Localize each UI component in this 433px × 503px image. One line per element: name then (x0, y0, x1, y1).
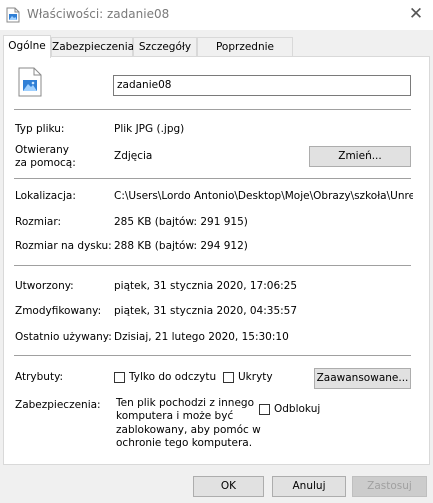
apply-button[interactable]: Zastosuj (352, 476, 427, 497)
close-icon[interactable]: ✕ (404, 3, 428, 25)
unblock-checkbox[interactable] (259, 404, 270, 415)
opens-with-label-line2: za pomocą: (15, 157, 76, 169)
size-value: 285 KB (bajtów: 291 915) (114, 216, 248, 228)
security-label: Zabezpieczenia: (15, 399, 101, 411)
location-label: Lokalizacja: (15, 190, 76, 202)
modified-value: piątek, 31 stycznia 2020, 04:35:57 (114, 305, 298, 317)
hidden-label[interactable]: Ukryty (238, 371, 273, 383)
security-text-line-3: zablokowany, aby pomóc w (116, 424, 261, 436)
opens-with-label: Otwierany (15, 144, 69, 156)
security-text-line-2: komputera i może być (116, 410, 234, 422)
created-value: piątek, 31 stycznia 2020, 17:06:25 (114, 280, 298, 292)
image-file-icon (6, 7, 20, 23)
file-type-label: Typ pliku: (15, 123, 65, 135)
file-name-input[interactable]: zadanie08 (113, 75, 411, 96)
tab-details[interactable]: Szczegóły (133, 37, 197, 56)
disk-size-label: Rozmiar na dysku: (15, 240, 112, 252)
separator (14, 109, 411, 110)
separator (14, 265, 411, 266)
advanced-button[interactable]: Zaawansowane... (314, 368, 411, 389)
tab-previous-versions[interactable]: Poprzednie wersje (197, 37, 293, 71)
window-title: Właściwości: zadanie08 (27, 7, 170, 21)
security-text-line-4: ochronie tego komputera. (116, 437, 253, 449)
separator (14, 178, 411, 179)
ok-button[interactable]: OK (193, 476, 264, 497)
readonly-label[interactable]: Tylko do odczytu (129, 371, 216, 383)
location-value: C:\Users\Lordo Antonio\Desktop\Moje\Obra… (114, 190, 413, 202)
tab-general[interactable]: Ogólne (3, 35, 51, 58)
change-button[interactable]: Zmień... (309, 146, 411, 167)
modified-label: Zmodyfikowany: (15, 305, 102, 317)
separator (14, 355, 411, 356)
size-label: Rozmiar: (15, 216, 62, 228)
security-text-line-1: Ten plik pochodzi z innego (116, 397, 254, 409)
cancel-button[interactable]: Anuluj (272, 476, 346, 497)
hidden-checkbox[interactable] (223, 372, 234, 383)
opens-with-value: Zdjęcia (114, 150, 153, 162)
image-file-icon (18, 67, 42, 97)
attributes-label: Atrybuty: (15, 371, 64, 383)
created-label: Utworzony: (15, 280, 74, 292)
tab-security[interactable]: Zabezpieczenia (51, 37, 134, 56)
file-type-value: Plik JPG (.jpg) (114, 123, 185, 135)
accessed-value: Dzisiaj, 21 lutego 2020, 15:30:10 (114, 331, 289, 343)
accessed-label: Ostatnio używany: (15, 331, 112, 343)
disk-size-value: 288 KB (bajtów: 294 912) (114, 240, 248, 252)
readonly-checkbox[interactable] (114, 372, 125, 383)
unblock-label[interactable]: Odblokuj (274, 403, 320, 415)
